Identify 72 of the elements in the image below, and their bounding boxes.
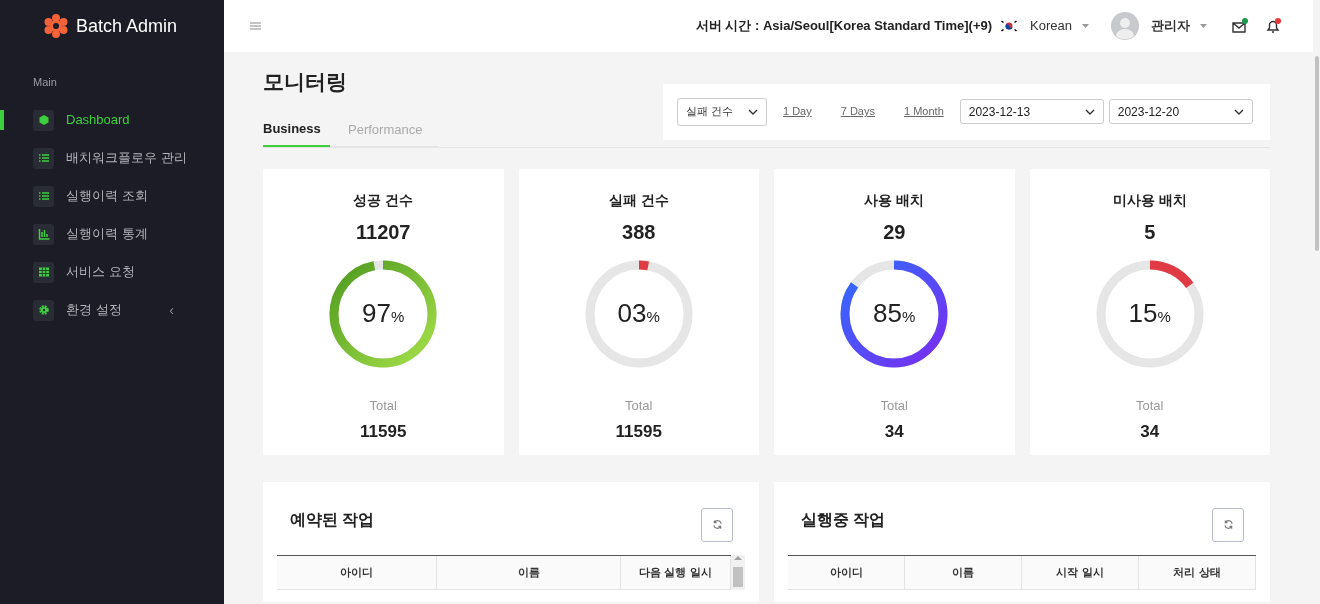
caret-icon [1082, 24, 1089, 28]
mail-icon[interactable] [1231, 18, 1249, 34]
collapse-caret[interactable]: ‹ [169, 299, 174, 321]
refresh-button[interactable] [1212, 507, 1244, 542]
percent-value: 15% [1128, 297, 1171, 330]
refresh-icon [711, 519, 723, 530]
brand-name: Batch Admin [76, 14, 178, 38]
total-value: 11595 [615, 421, 662, 443]
column-header: 처리 상태 [1139, 555, 1256, 590]
chevron-down-icon [1233, 108, 1244, 115]
column-header: 다음 실행 일시 [621, 555, 731, 590]
type-select[interactable]: 실패 건수 [677, 97, 767, 126]
scroll-up-icon[interactable] [734, 554, 742, 561]
sidebar-item[interactable]: 환경 설정 [66, 300, 122, 320]
sidebar-item[interactable]: Dashboard [66, 110, 130, 130]
percent-value: 03% [617, 297, 660, 330]
column-header: 아이디 [277, 555, 437, 590]
list-icon [37, 152, 50, 164]
end-date-select[interactable]: 2023-12-20 [1108, 99, 1253, 124]
refresh-icon [1222, 519, 1234, 530]
bell-icon[interactable] [1265, 18, 1283, 34]
total-value: 34 [884, 421, 904, 443]
card-count: 5 [1144, 219, 1156, 245]
sidebar-section-label: Main [33, 75, 57, 90]
card-count: 11207 [356, 219, 411, 245]
sidebar-item[interactable]: 실행이력 조회 [66, 186, 148, 206]
chevron-down-icon [748, 108, 758, 115]
server-time: 서버 시간 : Asia/Seoul[Korea Standard Time](+9) [695, 17, 993, 36]
card-count: 29 [883, 219, 906, 245]
sidebar-item[interactable]: 서비스 요청 [66, 262, 135, 282]
total-value: 11595 [360, 421, 407, 443]
list-icon [37, 190, 50, 202]
card-title: 미사용 배치 [1112, 190, 1187, 210]
flower-logo-icon [44, 14, 68, 38]
percent-value: 97% [362, 297, 405, 330]
column-header: 시작 일시 [1022, 555, 1139, 590]
caret-icon [1200, 24, 1207, 28]
language-dropdown[interactable]: Korean [1030, 16, 1089, 36]
scrollbar[interactable] [731, 554, 745, 590]
avatar-icon [1111, 12, 1139, 40]
percent-value: 85% [873, 297, 916, 330]
column-header: 이름 [437, 555, 621, 590]
start-date-select[interactable]: 2023-12-13 [959, 99, 1104, 124]
card-title: 사용 배치 [864, 190, 925, 210]
gear-icon [37, 304, 50, 316]
total-label: Total [369, 396, 397, 415]
cube-icon [37, 114, 50, 126]
refresh-button[interactable] [701, 507, 733, 542]
panel-title: 실행중 작업 [801, 509, 886, 530]
column-header: 이름 [905, 555, 1022, 590]
range-link[interactable]: 7 Days [840, 103, 875, 120]
total-label: Total [1136, 396, 1164, 415]
bar-chart-icon [37, 228, 50, 240]
card-title: 실패 건수 [608, 190, 669, 210]
sidebar-item[interactable]: 실행이력 통계 [66, 224, 148, 244]
page-title: 모니터링 [263, 69, 347, 95]
total-value: 34 [1140, 421, 1160, 443]
menu-icon[interactable] [250, 22, 261, 30]
chevron-down-icon [1084, 108, 1095, 115]
total-label: Total [625, 396, 653, 415]
tab[interactable]: Business [263, 113, 330, 147]
range-link[interactable]: 1 Day [783, 103, 812, 120]
panel-title: 예약된 작업 [290, 509, 375, 530]
sidebar-item[interactable]: 배치워크플로우 관리 [66, 148, 187, 168]
flag-icon [1000, 19, 1019, 33]
user-dropdown[interactable]: 관리자 [1151, 16, 1207, 36]
card-title: 성공 건수 [353, 190, 414, 210]
card-count: 388 [622, 219, 656, 245]
total-label: Total [880, 396, 908, 415]
column-header: 아이디 [788, 555, 905, 590]
range-link[interactable]: 1 Month [904, 103, 944, 120]
table-icon [37, 266, 50, 278]
